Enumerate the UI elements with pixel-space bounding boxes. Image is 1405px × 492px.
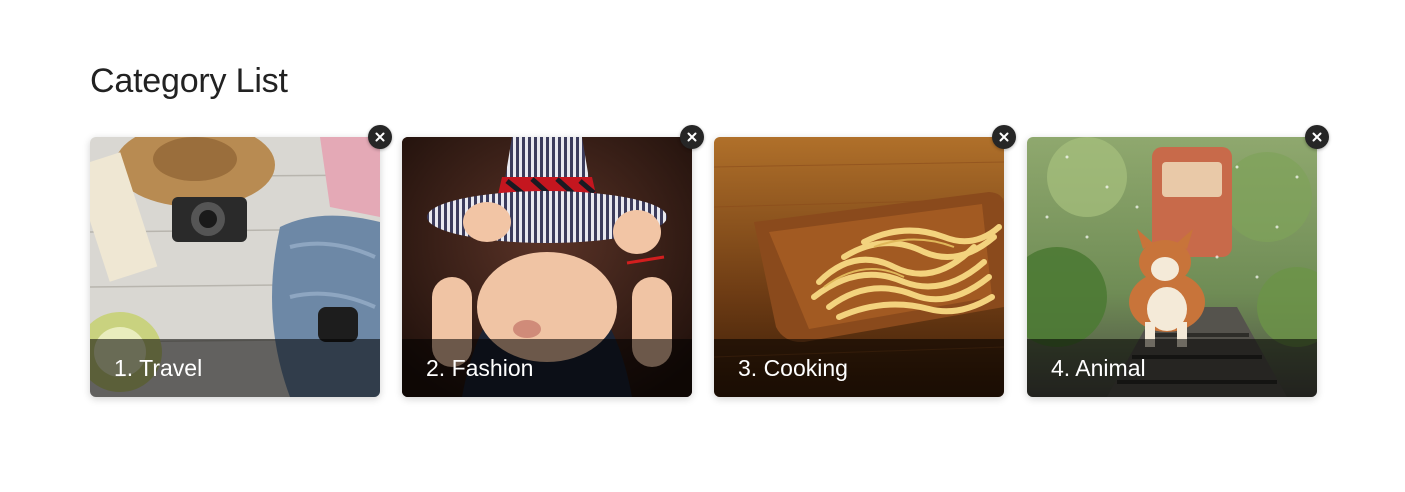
card-label: 3. Cooking bbox=[738, 354, 848, 381]
category-card-cooking[interactable]: 3. Cooking bbox=[714, 125, 1016, 397]
category-card-animal[interactable]: 4. Animal bbox=[1027, 125, 1329, 397]
remove-button-cooking[interactable] bbox=[992, 125, 1016, 149]
category-card-travel[interactable]: 1. Travel bbox=[90, 125, 392, 397]
card-label-overlay: 4. Animal bbox=[1027, 339, 1317, 397]
remove-button-travel[interactable] bbox=[368, 125, 392, 149]
category-card-fashion[interactable]: 2. Fashion bbox=[402, 125, 704, 397]
card-label-overlay: 1. Travel bbox=[90, 339, 380, 397]
remove-button-animal[interactable] bbox=[1305, 125, 1329, 149]
card-label-overlay: 3. Cooking bbox=[714, 339, 1004, 397]
close-icon bbox=[375, 132, 385, 142]
close-icon bbox=[999, 132, 1009, 142]
remove-button-fashion[interactable] bbox=[680, 125, 704, 149]
close-icon bbox=[687, 132, 697, 142]
page-title: Category List bbox=[90, 62, 288, 100]
card-label-overlay: 2. Fashion bbox=[402, 339, 692, 397]
card-label: 2. Fashion bbox=[426, 354, 534, 381]
card-label: 4. Animal bbox=[1051, 354, 1146, 381]
close-icon bbox=[1312, 132, 1322, 142]
card-label: 1. Travel bbox=[114, 354, 203, 381]
